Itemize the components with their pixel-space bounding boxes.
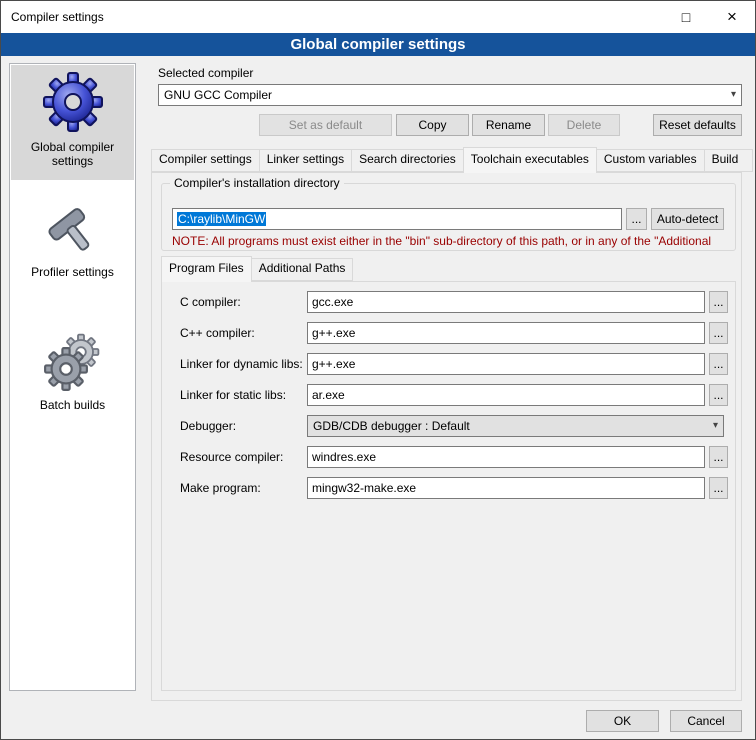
compiler-settings-dialog: Compiler settings □ × Global compiler se… [0, 0, 756, 740]
sidebar-item-label: Batch builds [13, 398, 132, 412]
cpp-compiler-input[interactable]: g++.exe [307, 322, 705, 344]
sidebar-item-label: Profiler settings [13, 265, 132, 279]
resource-compiler-input[interactable]: windres.exe [307, 446, 705, 468]
window-title: Compiler settings [11, 1, 104, 33]
cancel-button[interactable]: Cancel [670, 710, 742, 732]
c-compiler-browse-button[interactable]: ... [709, 291, 728, 313]
program-files-page: C compiler: gcc.exe ... C++ compiler: g+… [161, 281, 736, 691]
cpp-compiler-label: C++ compiler: [180, 322, 255, 344]
chevron-down-icon: ▾ [731, 85, 736, 105]
rename-button[interactable]: Rename [472, 114, 545, 136]
compiler-select-value: GNU GCC Compiler [164, 88, 272, 102]
auto-detect-button[interactable]: Auto-detect [651, 208, 724, 230]
hammer-icon [44, 200, 102, 258]
subtab-program-files[interactable]: Program Files [161, 256, 252, 282]
linker-dynamic-browse-button[interactable]: ... [709, 353, 728, 375]
tab-linker-settings[interactable]: Linker settings [259, 149, 352, 172]
dialog-heading: Global compiler settings [1, 33, 755, 56]
reset-defaults-button[interactable]: Reset defaults [653, 114, 742, 136]
linker-static-browse-button[interactable]: ... [709, 384, 728, 406]
subtab-additional-paths[interactable]: Additional Paths [251, 258, 354, 281]
make-program-label: Make program: [180, 477, 261, 499]
sidebar-item-profiler-settings[interactable]: Profiler settings [11, 194, 134, 291]
set-as-default-button[interactable]: Set as default [259, 114, 392, 136]
linker-static-label: Linker for static libs: [180, 384, 286, 406]
browse-directory-button[interactable]: ... [626, 208, 647, 230]
installation-directory-group: Compiler's installation directory C:\ray… [161, 183, 736, 251]
tab-compiler-settings[interactable]: Compiler settings [151, 149, 260, 172]
tab-build-clipped[interactable]: Build [704, 149, 753, 172]
gray-gears-icon [44, 333, 102, 391]
tab-toolchain-executables[interactable]: Toolchain executables [463, 147, 597, 173]
sidebar-item-batch-builds[interactable]: Batch builds [11, 327, 134, 424]
gear-blue-icon [42, 71, 104, 133]
delete-button[interactable]: Delete [548, 114, 620, 136]
c-compiler-label: C compiler: [180, 291, 241, 313]
installation-directory-value: C:\raylib\MinGW [177, 212, 266, 226]
linker-dynamic-input[interactable]: g++.exe [307, 353, 705, 375]
close-icon: × [727, 7, 737, 27]
installation-directory-group-title: Compiler's installation directory [170, 176, 344, 190]
title-bar[interactable] [1, 1, 755, 33]
close-button[interactable]: × [709, 1, 755, 32]
debugger-select[interactable]: GDB/CDB debugger : Default ▾ [307, 415, 724, 437]
chevron-down-icon: ▾ [713, 416, 718, 436]
cpp-compiler-browse-button[interactable]: ... [709, 322, 728, 344]
settings-tabs: Compiler settings Linker settings Search… [151, 148, 752, 172]
maximize-icon: □ [682, 9, 690, 25]
ok-button[interactable]: OK [586, 710, 659, 732]
linker-static-input[interactable]: ar.exe [307, 384, 705, 406]
selected-compiler-label: Selected compiler [158, 66, 253, 80]
tab-search-directories[interactable]: Search directories [351, 149, 464, 172]
program-tabs: Program Files Additional Paths [161, 257, 352, 281]
maximize-button[interactable]: □ [663, 1, 709, 32]
installation-directory-input[interactable]: C:\raylib\MinGW [172, 208, 622, 230]
settings-category-list: Global compiler settings Profiler settin… [9, 63, 136, 691]
c-compiler-input[interactable]: gcc.exe [307, 291, 705, 313]
bin-subdirectory-note: NOTE: All programs must exist either in … [172, 234, 728, 248]
tab-custom-variables[interactable]: Custom variables [596, 149, 705, 172]
copy-button[interactable]: Copy [396, 114, 469, 136]
sidebar-item-global-compiler-settings[interactable]: Global compiler settings [11, 65, 134, 180]
resource-compiler-browse-button[interactable]: ... [709, 446, 728, 468]
make-program-input[interactable]: mingw32-make.exe [307, 477, 705, 499]
make-program-browse-button[interactable]: ... [709, 477, 728, 499]
compiler-select[interactable]: GNU GCC Compiler ▾ [158, 84, 742, 106]
resource-compiler-label: Resource compiler: [180, 446, 283, 468]
debugger-select-value: GDB/CDB debugger : Default [313, 419, 470, 433]
linker-dynamic-label: Linker for dynamic libs: [180, 353, 303, 375]
debugger-label: Debugger: [180, 415, 236, 437]
sidebar-item-label: Global compiler settings [13, 140, 132, 168]
